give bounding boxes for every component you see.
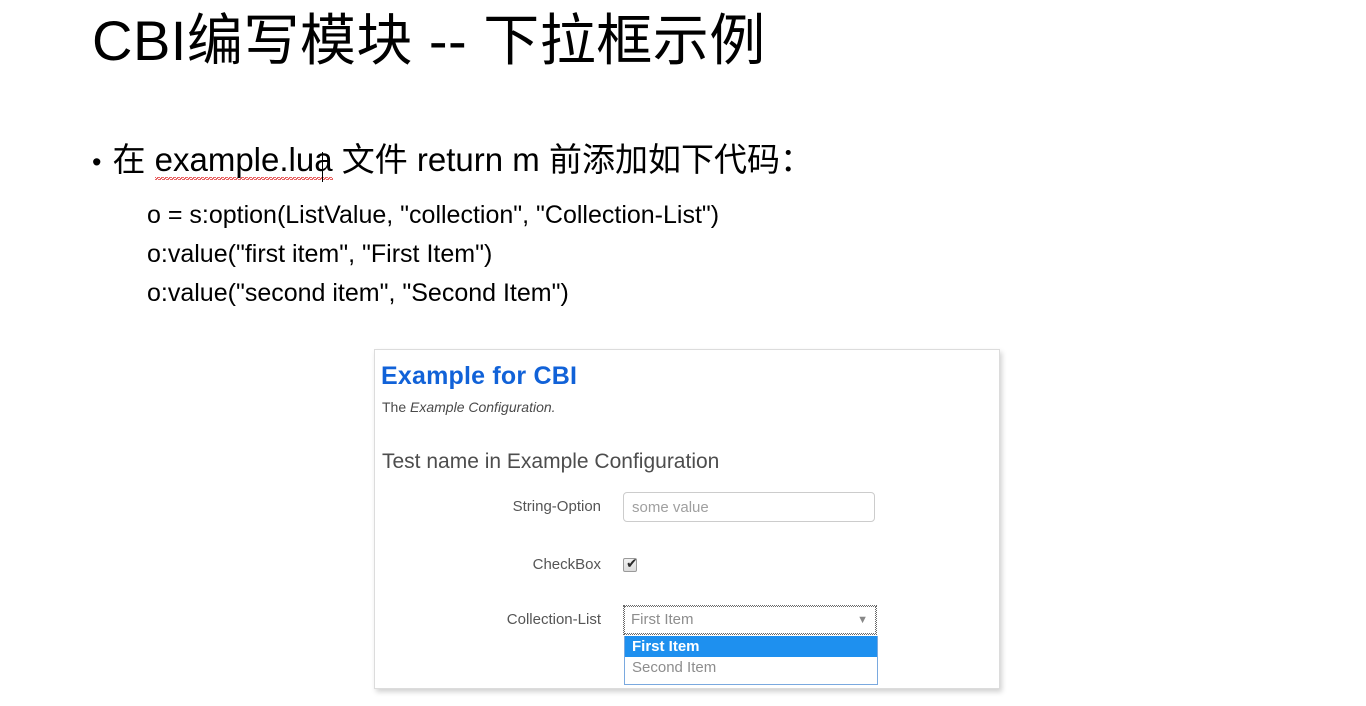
cbi-subtitle-emphasis: Example Configuration. <box>410 399 556 415</box>
dropdown-option-second-item[interactable]: Second Item <box>625 657 877 684</box>
code-line: o:value("second item", "Second Item") <box>147 279 569 307</box>
collection-list-field-wrap: First Item ▼ First Item Second Item <box>623 605 878 685</box>
code-block: o = s:option(ListValue, "collection", "C… <box>147 196 719 313</box>
bullet-line: • 在 example.lua 文件 return m 前添加如下代码： <box>92 140 813 182</box>
chevron-down-icon: ▼ <box>857 614 868 626</box>
bullet-text-prefix: 在 <box>112 141 155 178</box>
collection-list-dropdown[interactable]: First Item Second Item <box>624 636 878 685</box>
collection-list-label: Collection-List <box>506 611 601 628</box>
string-option-input[interactable] <box>623 492 875 522</box>
form-row-string-option: String-Option <box>375 492 999 526</box>
cbi-panel-subtitle: The Example Configuration. <box>382 399 556 415</box>
form-row-checkbox: CheckBox ✔ <box>375 550 999 584</box>
code-line: o:value("first item", "First Item") <box>147 240 493 268</box>
cbi-panel-heading: Example for CBI <box>381 362 578 390</box>
string-option-field-wrap <box>623 492 875 522</box>
page-title: CBI编写模块 -- 下拉框示例 <box>92 9 766 72</box>
spellcheck-word: example.lua <box>154 141 333 180</box>
checkbox-input[interactable]: ✔ <box>623 555 638 572</box>
cbi-subtitle-prefix: The <box>382 399 411 415</box>
collection-list-select[interactable]: First Item ▼ First Item Second Item <box>623 605 878 685</box>
collection-list-selected-value: First Item <box>631 611 694 628</box>
check-icon: ✔ <box>626 555 638 571</box>
string-option-label: String-Option <box>512 498 601 515</box>
bullet-text: 在 example.lua 文件 return m 前添加如下代码： <box>112 140 813 182</box>
checkbox-label: CheckBox <box>532 556 601 573</box>
cbi-screenshot-panel: Example for CBI The Example Configuratio… <box>374 349 1000 689</box>
cbi-section-title: Test name in Example Configuration <box>382 450 720 473</box>
bullet-text-suffix: 文件 return m 前添加如下代码： <box>332 141 813 178</box>
text-cursor <box>321 152 323 182</box>
bullet-marker-icon: • <box>92 147 102 177</box>
form-row-collection-list: Collection-List First Item ▼ First Item … <box>375 605 999 685</box>
dropdown-option-first-item[interactable]: First Item <box>625 636 877 657</box>
checkbox-field-wrap: ✔ <box>623 550 638 572</box>
code-line: o = s:option(ListValue, "collection", "C… <box>147 201 720 229</box>
